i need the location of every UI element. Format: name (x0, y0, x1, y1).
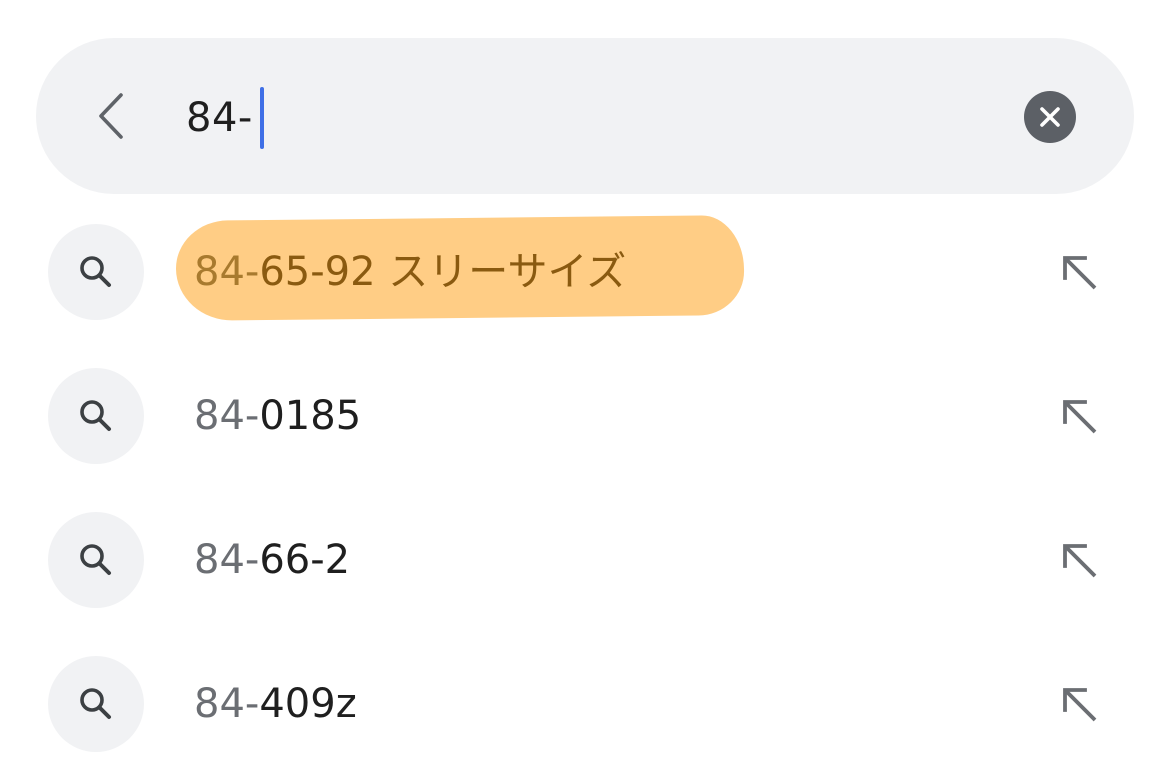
arrow-up-left-icon (1063, 256, 1097, 290)
search-icon (80, 544, 111, 575)
search-query-text: 84- (186, 95, 253, 141)
search-icon (80, 256, 111, 287)
suggestion-text: 84-65-92 スリーサイズ (194, 244, 626, 300)
suggestion-completion: 0185 (259, 393, 362, 439)
fill-query-button[interactable] (1058, 251, 1100, 293)
suggestion-prefix: 84- (194, 681, 260, 727)
suggestion-text: 84-409z (194, 676, 357, 732)
fill-query-button[interactable] (1058, 395, 1100, 437)
arrow-up-left-icon (1063, 688, 1097, 722)
suggestion-icon-circle (48, 512, 144, 608)
search-input[interactable]: 84- (186, 88, 253, 148)
suggestion-row[interactable]: 84-409z (0, 654, 1170, 754)
suggestion-icon-circle (48, 368, 144, 464)
search-icon (80, 688, 111, 719)
text-caret (260, 87, 264, 149)
suggestion-completion: 409z (259, 681, 357, 727)
suggestion-prefix: 84- (194, 249, 260, 295)
chevron-left-icon (99, 93, 123, 139)
back-button[interactable] (86, 90, 136, 142)
suggestion-prefix: 84- (194, 393, 260, 439)
fill-query-button[interactable] (1058, 683, 1100, 725)
clear-x-icon (1040, 107, 1060, 127)
suggestion-prefix: 84- (194, 537, 260, 583)
suggestion-text: 84-0185 (194, 388, 361, 444)
suggestion-completion: 65-92 スリーサイズ (259, 249, 627, 295)
arrow-up-left-icon (1063, 544, 1097, 578)
arrow-up-left-icon (1063, 400, 1097, 434)
suggestion-icon-circle (48, 224, 144, 320)
suggestion-text: 84-66-2 (194, 532, 350, 588)
search-icon (80, 400, 111, 431)
suggestion-row[interactable]: 84-65-92 スリーサイズ (0, 222, 1170, 322)
suggestion-row[interactable]: 84-0185 (0, 366, 1170, 466)
clear-button[interactable] (1024, 91, 1076, 143)
suggestion-completion: 66-2 (259, 537, 351, 583)
suggestion-icon-circle (48, 656, 144, 752)
fill-query-button[interactable] (1058, 539, 1100, 581)
suggestion-row[interactable]: 84-66-2 (0, 510, 1170, 610)
